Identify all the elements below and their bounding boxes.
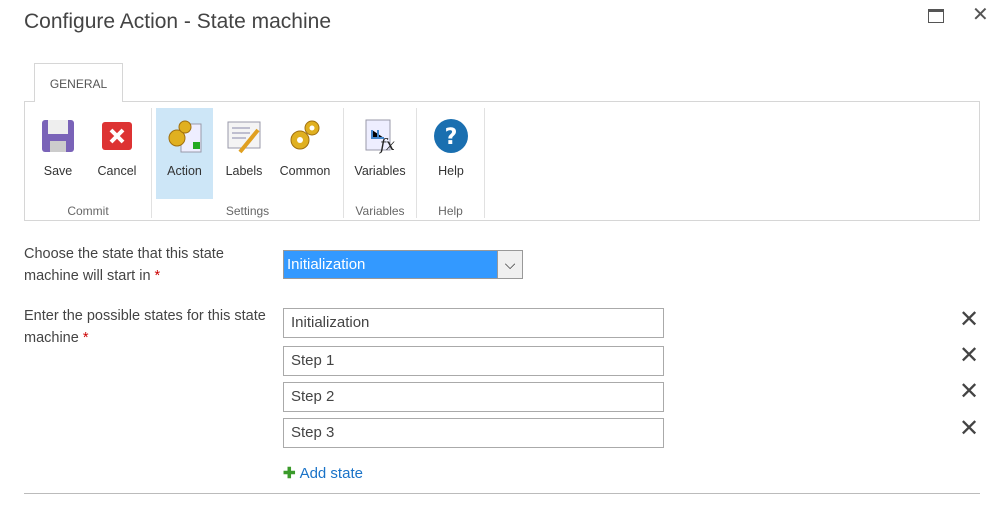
- group-settings: Action Labels Common Settings: [152, 108, 344, 218]
- red-x-icon: [99, 118, 135, 154]
- state-input[interactable]: Step 3: [283, 418, 664, 448]
- delete-state-icon[interactable]: ✕: [959, 308, 979, 332]
- close-icon[interactable]: ✕: [972, 2, 989, 27]
- save-label: Save: [43, 164, 73, 178]
- group-label: Settings: [225, 204, 270, 218]
- divider: [24, 493, 980, 494]
- document-pencil-icon: [226, 118, 262, 154]
- group-variables: fx Variables Variables: [344, 108, 417, 218]
- group-help: ? Help Help: [417, 108, 485, 218]
- label-text: Choose the state that this state machine…: [24, 246, 224, 284]
- delete-state-icon[interactable]: ✕: [959, 417, 979, 441]
- gears-document-icon: [167, 118, 203, 154]
- label-text: Enter the possible states for this state…: [24, 308, 266, 346]
- group-label: Commit: [67, 204, 109, 218]
- delete-state-icon[interactable]: ✕: [959, 380, 979, 404]
- help-label: Help: [438, 164, 464, 178]
- select-value: Initialization: [287, 256, 366, 273]
- variables-label: Variables: [354, 164, 406, 178]
- labels-button[interactable]: Labels: [216, 108, 272, 199]
- maximize-icon[interactable]: [928, 9, 944, 23]
- state-input[interactable]: Step 1: [283, 346, 664, 376]
- variables-button[interactable]: fx Variables: [348, 108, 412, 199]
- chevron-down-icon[interactable]: ⌵: [497, 251, 522, 278]
- group-commit: Save Cancel Commit: [25, 108, 152, 218]
- common-label: Common: [279, 164, 331, 178]
- state-input[interactable]: Step 2: [283, 382, 664, 412]
- help-button[interactable]: ? Help: [423, 108, 479, 199]
- save-button[interactable]: Save: [31, 108, 85, 199]
- group-label: Help: [438, 204, 463, 218]
- group-label: Variables: [355, 204, 405, 218]
- question-circle-icon: ?: [433, 118, 469, 154]
- start-state-select[interactable]: Initialization ⌵: [283, 250, 523, 279]
- action-label: Action: [167, 164, 202, 178]
- add-state-link[interactable]: ✚ Add state: [283, 464, 363, 482]
- cancel-label: Cancel: [97, 164, 137, 178]
- plus-icon: ✚: [283, 465, 296, 482]
- ribbon: Save Cancel Commit Action Labels Common …: [24, 101, 980, 221]
- common-button[interactable]: Common: [273, 108, 337, 199]
- labels-label: Labels: [225, 164, 263, 178]
- required-marker: *: [154, 268, 161, 284]
- delete-state-icon[interactable]: ✕: [959, 344, 979, 368]
- tab-general[interactable]: GENERAL: [34, 63, 123, 102]
- svg-text:?: ?: [445, 125, 458, 150]
- state-input[interactable]: Initialization: [283, 308, 664, 338]
- add-state-label: Add state: [299, 465, 363, 482]
- cancel-button[interactable]: Cancel: [89, 108, 145, 199]
- window-title: Configure Action - State machine: [24, 10, 332, 33]
- states-label: Enter the possible states for this state…: [24, 305, 269, 349]
- floppy-disk-icon: [40, 118, 76, 154]
- fx-diagram-icon: fx: [362, 118, 398, 154]
- action-button[interactable]: Action: [156, 108, 213, 199]
- required-marker: *: [82, 330, 89, 346]
- svg-text:fx: fx: [379, 135, 395, 154]
- start-state-label: Choose the state that this state machine…: [24, 243, 269, 287]
- gears-icon: [287, 118, 323, 154]
